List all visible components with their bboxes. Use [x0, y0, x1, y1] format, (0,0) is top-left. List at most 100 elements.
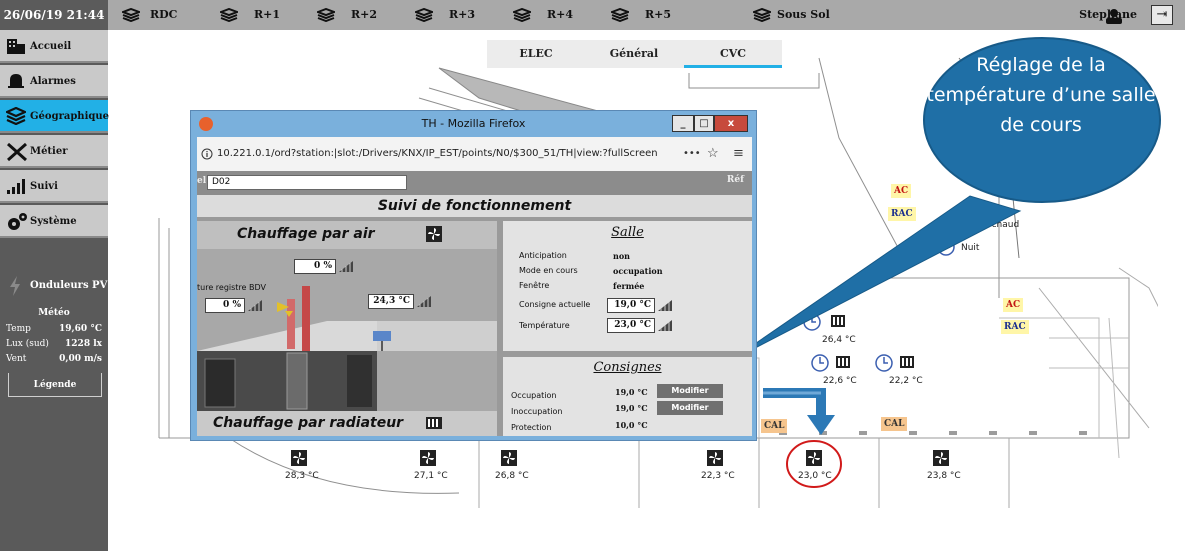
spacer — [1066, 6, 1067, 7]
arrow-annotation — [763, 388, 835, 435]
room-strip: el D02 Réf — [197, 171, 752, 195]
room-temp: 23,8 °C — [927, 471, 961, 481]
trend-chart-icon[interactable] — [657, 318, 673, 332]
modify-occupation-button[interactable]: Modifier — [657, 384, 723, 398]
trend-chart-icon[interactable] — [338, 259, 354, 273]
tab-general[interactable]: Général — [585, 40, 683, 68]
status-value: non — [613, 251, 630, 261]
setpoint-key: Inoccupation — [511, 407, 563, 416]
modify-inoccupation-button[interactable]: Modifier — [657, 401, 723, 415]
meteo-key: Temp — [6, 324, 31, 334]
fan-icon[interactable] — [501, 450, 517, 466]
setpoints-panel: Consignes Occupation 19,0 °C Modifier In… — [503, 357, 752, 436]
sidebar-item-accueil[interactable]: Accueil — [0, 30, 108, 63]
url-bar[interactable]: 10.221.0.1/ord?station:|slot:/Drivers/KN… — [197, 137, 752, 171]
radiator-icon — [426, 417, 442, 429]
meteo-value: 0,00 m/s — [59, 354, 102, 364]
top-bar: 26/06/19 21:44 RDC R+1 R+2 R+3 R+4 R+5 S… — [0, 0, 1185, 30]
setpoint-key: Occupation — [511, 391, 557, 400]
meteo-value: 19,60 °C — [59, 324, 102, 334]
hamburger-menu-icon[interactable]: ≡ — [733, 137, 744, 171]
status-key: Température — [519, 321, 570, 330]
floor-tab-r3[interactable]: R+3 — [449, 0, 475, 30]
sidebar-item-alarmes[interactable]: Alarmes — [0, 65, 108, 98]
setpoint-val: 19,0 °C — [615, 403, 648, 413]
popup-content: el D02 Réf Suivi de fonctionnement Chauf… — [197, 171, 752, 436]
sidebar-item-geographique[interactable]: Géographique — [0, 100, 109, 133]
fan-icon[interactable] — [933, 450, 949, 466]
status-key: Mode en cours — [519, 266, 578, 275]
air-valve-value: 0 % — [294, 259, 336, 274]
bookmark-star-icon[interactable]: ☆ — [707, 137, 719, 171]
air-heating-title: Chauffage par air — [237, 226, 375, 242]
setpoint-value: 19,0 °C — [607, 298, 655, 313]
meteo-value: 1228 lx — [65, 339, 102, 349]
layers-icon — [317, 8, 335, 22]
user-icon — [1106, 9, 1122, 24]
room-status-title: Salle — [611, 225, 644, 240]
sidebar-item-systeme[interactable]: Système — [0, 205, 108, 238]
bell-icon — [8, 74, 24, 88]
setpoints-title: Consignes — [593, 360, 662, 375]
status-key: Fenêtre — [519, 281, 550, 290]
lightning-icon — [10, 276, 20, 296]
room-temp: 28,3 °C — [285, 471, 319, 481]
meteo-key: Lux (sud) — [6, 339, 49, 349]
floor-tab-r1[interactable]: R+1 — [254, 0, 280, 30]
setpoint-val: 10,0 °C — [615, 420, 648, 430]
maximize-button[interactable]: □ — [694, 115, 714, 132]
layers-icon — [6, 107, 26, 125]
popup-titlebar: TH - Mozilla Firefox _ □ x — [191, 111, 756, 137]
floor-tab-sous-sol[interactable]: Sous Sol — [777, 0, 830, 30]
monitoring-title: Suivi de fonctionnement — [197, 195, 752, 217]
sidebar-item-metier[interactable]: Métier — [0, 135, 108, 168]
setpoint-key: Protection — [511, 423, 552, 432]
callout-text: Réglage de la température d’une salle de… — [926, 54, 1156, 136]
datetime: 26/06/19 21:44 — [0, 0, 108, 30]
tools-icon — [7, 142, 27, 162]
logout-button[interactable]: ⇥ — [1151, 5, 1173, 25]
fan-icon[interactable] — [420, 450, 436, 466]
pv-title[interactable]: Onduleurs PV — [30, 280, 107, 291]
room-temp: 22,3 °C — [701, 471, 735, 481]
room-temp: 26,8 °C — [495, 471, 529, 481]
legend-button[interactable]: Légende — [8, 373, 102, 397]
layers-icon — [220, 8, 238, 22]
floor-tab-r4[interactable]: R+4 — [547, 0, 573, 30]
fan-icon[interactable] — [291, 450, 307, 466]
meteo-title: Météo — [38, 308, 70, 318]
firefox-popup: TH - Mozilla Firefox _ □ x 10.221.0.1/or… — [190, 110, 757, 441]
url-text[interactable]: 10.221.0.1/ord?station:|slot:/Drivers/KN… — [217, 137, 677, 171]
room-prefix: el — [197, 176, 207, 186]
room-temp: 27,1 °C — [414, 471, 448, 481]
ref-link[interactable]: Réf — [727, 175, 744, 185]
info-icon[interactable] — [201, 148, 213, 160]
sidebar: Accueil Alarmes Géographique Métier Suiv… — [0, 30, 109, 551]
fan-icon — [426, 226, 442, 242]
cal-badge[interactable]: CAL — [881, 417, 908, 431]
sidebar-item-label: Système — [30, 216, 77, 227]
floor-tab-r5[interactable]: R+5 — [645, 0, 671, 30]
radiator-heating-title: Chauffage par radiateur — [213, 415, 404, 431]
floor-tab-rdc[interactable]: RDC — [150, 0, 177, 30]
layers-icon — [611, 8, 629, 22]
air-heating-panel: Chauffage par air 0 % ture registre BDV … — [197, 221, 497, 436]
minimize-button[interactable]: _ — [672, 115, 694, 132]
meteo-key: Vent — [6, 354, 27, 364]
layers-icon — [122, 8, 140, 22]
sidebar-item-label: Alarmes — [30, 76, 76, 87]
fan-icon[interactable] — [707, 450, 723, 466]
highlight-circle — [786, 440, 842, 488]
room-temp: 22,2 °C — [889, 376, 923, 386]
bars-chart-icon — [7, 179, 25, 194]
trend-chart-icon[interactable] — [657, 298, 673, 312]
page-actions-icon[interactable]: ••• — [683, 137, 701, 171]
room-field[interactable]: D02 — [207, 175, 407, 190]
tab-elec[interactable]: ELEC — [487, 40, 585, 68]
close-button[interactable]: x — [714, 115, 748, 132]
sidebar-item-suivi[interactable]: Suivi — [0, 170, 108, 203]
layers-icon — [513, 8, 531, 22]
room-status-panel: Salle Anticipation non Mode en cours occ… — [503, 221, 752, 351]
status-value: fermée — [613, 281, 645, 291]
floor-tab-r2[interactable]: R+2 — [351, 0, 377, 30]
